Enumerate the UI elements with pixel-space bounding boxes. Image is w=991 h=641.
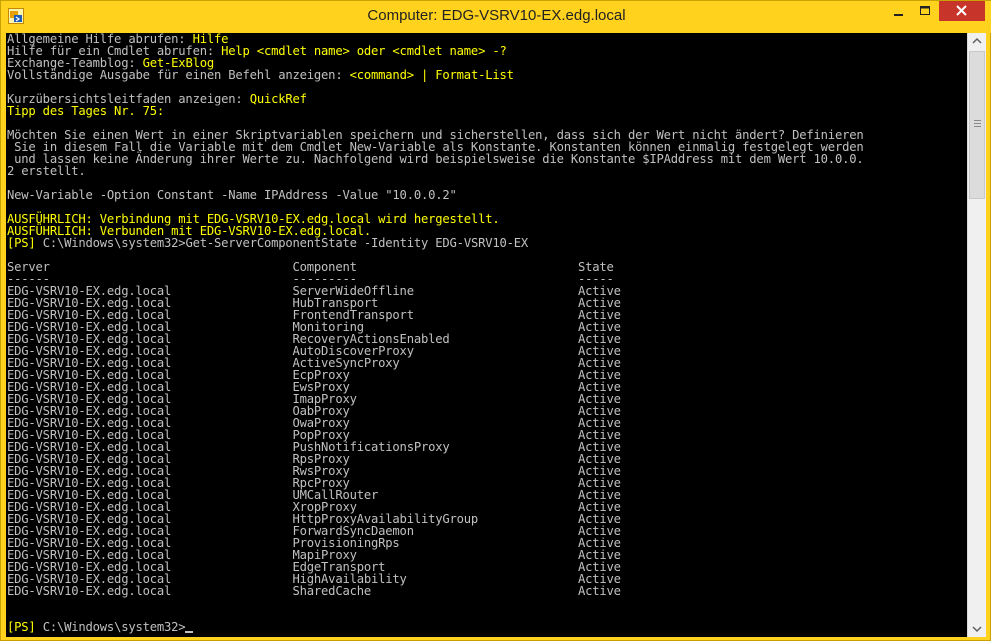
minimize-button[interactable] [885, 1, 911, 21]
console-lines: Allgemeine Hilfe abrufen: Hilfe Hilfe für… [7, 33, 864, 633]
help-label: Vollständige Ausgabe für einen Befehl an… [7, 68, 350, 82]
console-output[interactable]: Allgemeine Hilfe abrufen: Hilfe Hilfe für… [6, 33, 967, 637]
minimize-icon [894, 14, 903, 16]
help-value: <command> | Format-List [349, 68, 514, 82]
scroll-up-button[interactable] [968, 33, 986, 50]
table-row: EDG-VSRV10-EX.edg.local SharedCache Acti… [7, 585, 864, 597]
cell-state: Active [578, 584, 621, 598]
prompt-line: [PS] C:\Windows\system32> [7, 621, 864, 633]
tip-header-text: Tipp des Tages Nr. 75: [7, 104, 165, 118]
prompt-path: C:\Windows\system32> [35, 620, 186, 634]
command-line: [PS] C:\Windows\system32>Get-ServerCompo… [7, 237, 864, 249]
tip-text: 2 erstellt. [7, 164, 86, 178]
chevron-up-icon [972, 37, 982, 44]
tip-line: und lassen keine Änderung ihrer Werte zu… [7, 153, 864, 165]
console-window: Computer: EDG-VSRV10-EX.edg.local Allgem… [0, 0, 991, 641]
command-text: Get-ServerComponentState -Identity EDG-V… [185, 236, 529, 250]
prompt-tag: [PS] [7, 236, 36, 250]
text-cursor [185, 631, 194, 633]
scrollbar-thumb[interactable] [969, 51, 985, 199]
vertical-scrollbar[interactable] [967, 33, 986, 637]
close-button[interactable] [939, 1, 985, 21]
tip-text: und lassen keine Änderung ihrer Werte zu… [7, 152, 864, 166]
help-value: QuickRef [249, 92, 307, 106]
scroll-down-button[interactable] [968, 620, 986, 637]
title-bar[interactable]: Computer: EDG-VSRV10-EX.edg.local [1, 1, 991, 33]
tip-example-text: New-Variable -Option Constant -Name IPAd… [7, 188, 457, 202]
tip-line: 2 erstellt. [7, 165, 864, 177]
tip-example: New-Variable -Option Constant -Name IPAd… [7, 189, 864, 201]
maximize-icon [920, 6, 930, 15]
prompt-path: C:\Windows\system32> [35, 236, 186, 250]
window-title: Computer: EDG-VSRV10-EX.edg.local [367, 7, 626, 24]
help-value: Help <cmdlet name> oder <cmdlet name> -? [221, 44, 507, 58]
prompt-tag: [PS] [7, 620, 36, 634]
help-line: Vollständige Ausgabe für einen Befehl an… [7, 69, 864, 81]
cell-server: EDG-VSRV10-EX.edg.local [7, 584, 293, 598]
chevron-down-icon [972, 626, 982, 633]
tip-header: Tipp des Tages Nr. 75: [7, 105, 864, 117]
cell-component: SharedCache [292, 584, 578, 598]
maximize-button[interactable] [912, 1, 938, 21]
close-icon [956, 5, 967, 16]
